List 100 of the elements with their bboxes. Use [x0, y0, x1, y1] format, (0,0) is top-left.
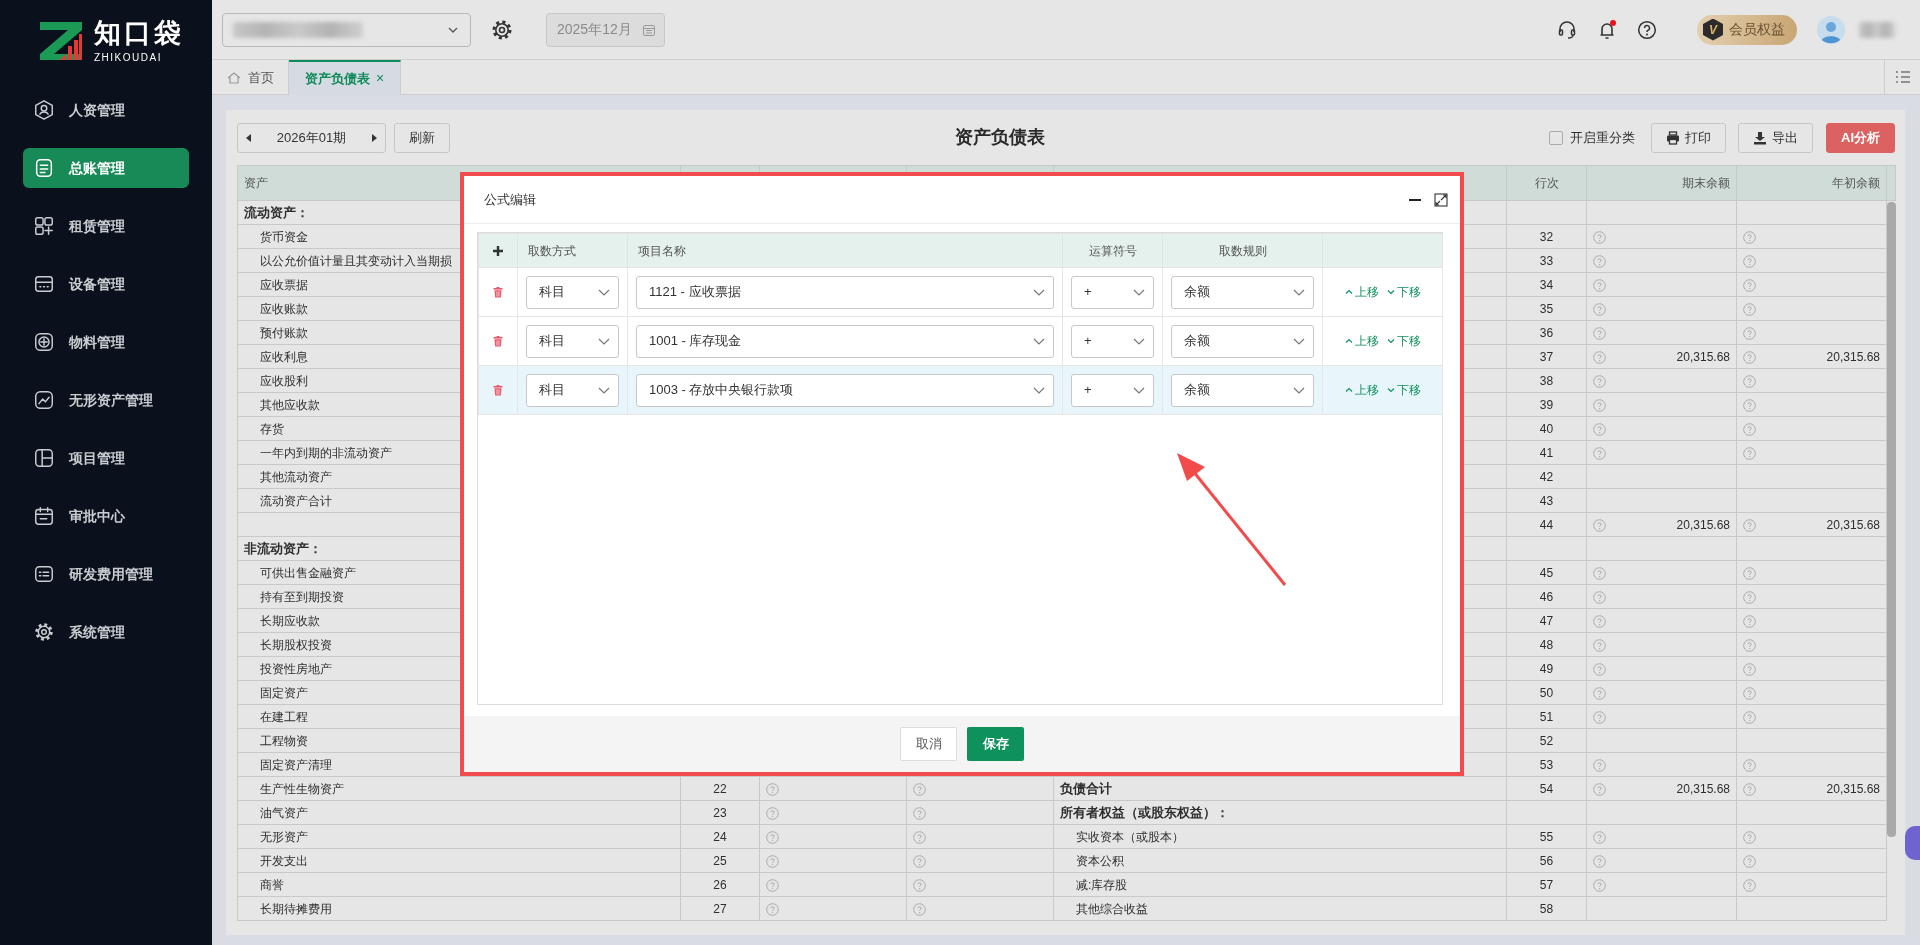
operator-dropdown[interactable]: +	[1071, 324, 1154, 358]
checkbox-label: 开启重分类	[1570, 128, 1635, 147]
rule-dropdown[interactable]: 余额	[1171, 324, 1314, 358]
save-button[interactable]: 保存	[967, 727, 1024, 761]
line-number: 23	[713, 805, 727, 820]
row-label: 投资性房地产	[260, 661, 332, 676]
formula-row[interactable]: 科目 1003 - 存放中央银行款项 + 余额 上移 下移	[478, 365, 1443, 415]
amount: 20,315.68	[1826, 348, 1880, 366]
line-number: 54	[1539, 781, 1554, 796]
move-down-link[interactable]: 下移	[1386, 332, 1421, 351]
line-number: 27	[713, 901, 727, 916]
report-title: 资产负债表	[954, 127, 1045, 147]
method-dropdown[interactable]: 科目	[526, 324, 619, 358]
line-number: 44	[1539, 517, 1554, 532]
list-icon[interactable]	[1894, 70, 1911, 84]
sidebar-item[interactable]: 审批中心	[23, 496, 189, 536]
line-number: 39	[1539, 397, 1554, 412]
operator-dropdown[interactable]: +	[1071, 373, 1154, 407]
row-label: 货币资金	[260, 229, 308, 244]
line-number: 57	[1539, 877, 1554, 892]
redacted-text	[1859, 21, 1895, 38]
formula-row[interactable]: 科目 1121 - 应收票据 + 余额 上移 下移	[478, 267, 1443, 317]
row-label: 应收账款	[260, 301, 308, 316]
sidebar-item[interactable]: 设备管理	[23, 264, 189, 304]
amount: 20,315.68	[1676, 516, 1730, 534]
line-number: 26	[713, 877, 727, 892]
company-select[interactable]	[222, 12, 471, 47]
chevron-down-icon	[1386, 337, 1395, 346]
sidebar-item[interactable]: 物料管理	[23, 322, 189, 362]
line-number: 50	[1539, 685, 1554, 700]
logo-icon	[38, 20, 84, 62]
row-label: 其他综合收益	[1076, 901, 1148, 916]
sidebar-item[interactable]: 总账管理	[23, 148, 189, 188]
sidebar-item[interactable]: 租赁管理	[23, 206, 189, 246]
row-label: 其他应收款	[260, 397, 320, 412]
rule-dropdown[interactable]: 余额	[1171, 275, 1314, 309]
sidebar-item[interactable]: 项目管理	[23, 438, 189, 478]
item-dropdown[interactable]: 1001 - 库存现金	[636, 324, 1054, 358]
member-badge[interactable]: V 会员权益	[1697, 14, 1797, 45]
refresh-button[interactable]: 刷新	[394, 122, 450, 153]
move-up-link[interactable]: 上移	[1344, 381, 1379, 400]
cancel-button[interactable]: 取消	[900, 727, 957, 761]
line-number: 22	[713, 781, 727, 796]
amount: 20,315.68	[1826, 780, 1880, 798]
line-number: 56	[1539, 853, 1554, 868]
ai-analysis-button[interactable]: AI分析	[1826, 122, 1895, 153]
brand-tagline: ZHIKOUDAI	[94, 51, 163, 65]
sidebar-item[interactable]: 人资管理	[23, 90, 189, 130]
add-icon[interactable]	[492, 245, 504, 258]
panel-icon	[33, 273, 55, 295]
trash-icon[interactable]	[493, 385, 503, 397]
row-label: 商誉	[260, 877, 284, 892]
document-icon	[33, 157, 55, 179]
row-label: 非流动资产：	[244, 540, 322, 556]
row-label: 以公允价值计量且其变动计入当期损	[260, 253, 452, 268]
item-dropdown[interactable]: 1003 - 存放中央银行款项	[636, 373, 1054, 407]
row-label: 可供出售金融资产	[260, 565, 356, 580]
line-number: 24	[713, 829, 727, 844]
line-number: 41	[1539, 445, 1554, 460]
printer-icon	[1666, 130, 1680, 145]
period-picker[interactable]: 2026年01期	[237, 122, 386, 153]
move-down-link[interactable]: 下移	[1386, 381, 1421, 400]
move-down-link[interactable]: 下移	[1386, 283, 1421, 302]
sidebar-item[interactable]: 系统管理	[23, 612, 189, 652]
list-icon	[33, 563, 55, 585]
sidebar-item[interactable]: 无形资产管理	[23, 380, 189, 420]
operator-dropdown[interactable]: +	[1071, 275, 1154, 309]
row-label: 负债合计	[1060, 780, 1112, 796]
line-number: 37	[1539, 349, 1554, 364]
line-number: 46	[1539, 589, 1554, 604]
trash-icon[interactable]	[493, 336, 503, 348]
print-button[interactable]: 打印	[1651, 122, 1726, 153]
checkbox[interactable]	[1549, 130, 1563, 145]
item-dropdown[interactable]: 1121 - 应收票据	[636, 275, 1054, 309]
move-up-link[interactable]: 上移	[1344, 332, 1379, 351]
brand-name: 知口袋	[94, 20, 184, 47]
move-up-link[interactable]: 上移	[1344, 283, 1379, 302]
row-label: 长期股权投资	[260, 637, 332, 652]
chevron-up-icon	[1344, 386, 1353, 395]
chevron-up-icon	[1344, 337, 1353, 346]
line-number: 32	[1539, 229, 1554, 244]
line-number: 25	[713, 853, 727, 868]
row-label: 固定资产清理	[260, 757, 332, 772]
sidebar-item[interactable]: 研发费用管理	[23, 554, 189, 594]
column-header: 年初余额	[1832, 176, 1880, 190]
maximize-icon[interactable]	[1434, 192, 1448, 207]
rule-dropdown[interactable]: 余额	[1171, 373, 1314, 407]
row-label: 实收资本（或股本）	[1076, 829, 1184, 844]
method-dropdown[interactable]: 科目	[526, 373, 619, 407]
trash-icon[interactable]	[493, 287, 503, 299]
help-icon[interactable]	[1637, 19, 1657, 40]
avatar	[1817, 15, 1845, 44]
line-number: 55	[1539, 829, 1554, 844]
formula-row[interactable]: 科目 1001 - 库存现金 + 余额 上移 下移	[478, 316, 1443, 366]
line-number: 45	[1539, 565, 1554, 580]
export-button[interactable]: 导出	[1738, 122, 1813, 153]
line-number: 51	[1539, 709, 1554, 724]
scrollbar-thumb[interactable]	[1887, 202, 1896, 837]
headset-icon[interactable]	[1557, 19, 1577, 40]
method-dropdown[interactable]: 科目	[526, 275, 619, 309]
